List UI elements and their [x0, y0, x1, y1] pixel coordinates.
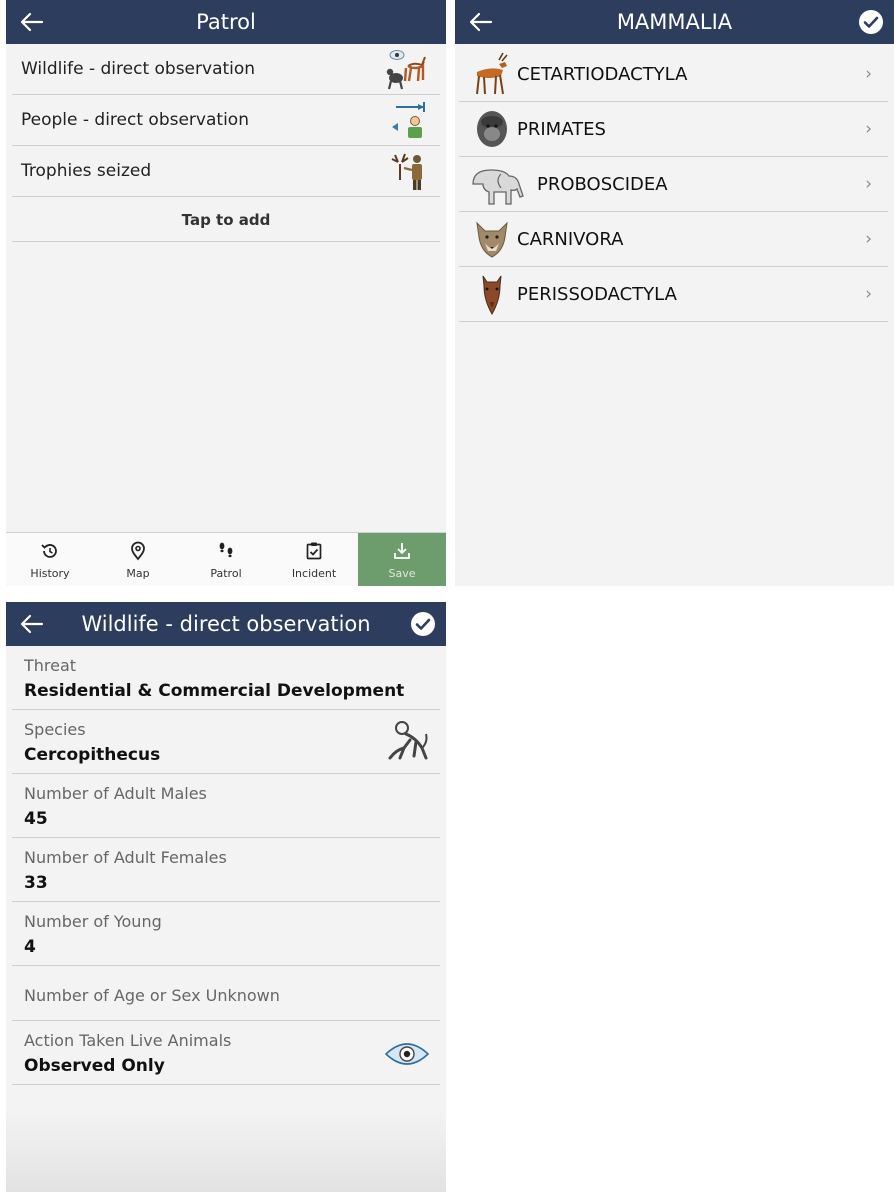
chevron-right-icon: ›: [865, 229, 872, 249]
nav-history[interactable]: History: [6, 533, 94, 586]
field-threat[interactable]: Threat Residential & Commercial Developm…: [12, 646, 440, 710]
list-item-label: PRIMATES: [517, 119, 606, 140]
field-age-sex-unknown[interactable]: Number of Age or Sex Unknown: [12, 966, 440, 1021]
nav-save-button[interactable]: Save: [358, 533, 446, 586]
list-item-carnivora[interactable]: CARNIVORA ›: [459, 212, 888, 267]
field-value: 4: [24, 937, 36, 957]
nav-label: Incident: [291, 567, 337, 580]
field-label: Number of Age or Sex Unknown: [24, 986, 280, 1005]
confirm-check-icon[interactable]: [858, 9, 884, 35]
list-item-primates[interactable]: PRIMATES ›: [459, 102, 888, 157]
nav-label: History: [30, 567, 70, 580]
page-title: MAMMALIA: [616, 10, 733, 34]
field-species[interactable]: Species Cercopithecus: [12, 710, 440, 774]
list-item-label: CARNIVORA: [517, 229, 624, 250]
footsteps-icon: [219, 542, 233, 558]
map-pin-icon: [131, 541, 145, 561]
patrol-header: Patrol: [6, 0, 446, 44]
page-title: Wildlife - direct observation: [81, 612, 371, 636]
history-icon: [41, 544, 57, 558]
list-item-label: PROBOSCIDEA: [537, 174, 668, 195]
field-action-taken[interactable]: Action Taken Live Animals Observed Only: [12, 1021, 440, 1085]
eye-icon: [384, 1043, 430, 1065]
elephant-icon: [472, 169, 524, 205]
list-item-proboscidea[interactable]: PROBOSCIDEA ›: [459, 157, 888, 212]
list-item-label: Wildlife - direct observation: [21, 59, 256, 79]
wildlife-header: Wildlife - direct observation: [6, 602, 446, 646]
field-label: Species: [24, 720, 86, 739]
list-item-label: CETARTIODACTYLA: [517, 64, 688, 85]
nav-label: Map: [126, 567, 150, 580]
chevron-right-icon: ›: [865, 284, 872, 304]
list-item-label: People - direct observation: [21, 110, 249, 130]
list-item-label: Trophies seized: [21, 161, 152, 181]
wildlife-observation-icon: [386, 50, 426, 90]
field-label: Number of Young: [24, 912, 162, 931]
mammalia-header: MAMMALIA: [455, 0, 894, 44]
chevron-right-icon: ›: [865, 174, 872, 194]
field-young[interactable]: Number of Young 4: [12, 902, 440, 966]
people-observation-icon: [392, 102, 425, 138]
patrol-screen: Patrol Wildlife - direct observation Peo…: [6, 0, 446, 586]
clipboard-check-icon: [306, 542, 322, 560]
field-label: Number of Adult Females: [24, 848, 227, 867]
gorilla-icon: [477, 111, 507, 147]
list-item-perissodactyla[interactable]: PERISSODACTYLA ›: [459, 267, 888, 322]
field-value: Observed Only: [24, 1056, 165, 1076]
chevron-right-icon: ›: [865, 64, 872, 84]
monkey-icon: [388, 721, 428, 760]
download-icon: [394, 543, 410, 559]
list-item-trophies-seized[interactable]: Trophies seized: [12, 146, 440, 197]
nav-map[interactable]: Map: [94, 533, 182, 586]
wildlife-observation-screen: Wildlife - direct observation Threat Res…: [6, 602, 446, 1192]
field-label: Threat: [24, 656, 77, 675]
list-item-cetartiodactyla[interactable]: CETARTIODACTYLA ›: [459, 47, 888, 102]
nav-label: Save: [388, 567, 416, 580]
horse-icon: [482, 275, 502, 316]
field-label: Number of Adult Males: [24, 784, 207, 803]
tap-to-add-button[interactable]: Tap to add: [12, 198, 440, 242]
trophies-seized-icon: [391, 153, 422, 190]
confirm-check-icon[interactable]: [410, 611, 436, 637]
list-item-wildlife-observation[interactable]: Wildlife - direct observation: [12, 44, 440, 95]
field-value: 33: [24, 873, 48, 893]
antelope-icon: [476, 52, 508, 95]
nav-label: Patrol: [210, 567, 242, 580]
chevron-right-icon: ›: [865, 119, 872, 139]
list-item-label: PERISSODACTYLA: [517, 284, 677, 305]
nav-incident[interactable]: Incident: [270, 533, 358, 586]
list-item-people-observation[interactable]: People - direct observation: [12, 95, 440, 146]
field-adult-males[interactable]: Number of Adult Males 45: [12, 774, 440, 838]
field-adult-females[interactable]: Number of Adult Females 33: [12, 838, 440, 902]
page-title: Patrol: [196, 10, 256, 34]
field-value: Residential & Commercial Development: [24, 681, 405, 701]
field-label: Action Taken Live Animals: [24, 1031, 232, 1050]
wolf-icon: [476, 221, 508, 258]
field-value: Cercopithecus: [24, 745, 161, 765]
nav-patrol[interactable]: Patrol: [182, 533, 270, 586]
field-value: 45: [24, 809, 48, 829]
bottom-nav: History Map Patrol Incident Save: [6, 532, 446, 586]
mammalia-screen: MAMMALIA CETARTIODACTYLA › PRIMATES › PR…: [455, 0, 894, 586]
